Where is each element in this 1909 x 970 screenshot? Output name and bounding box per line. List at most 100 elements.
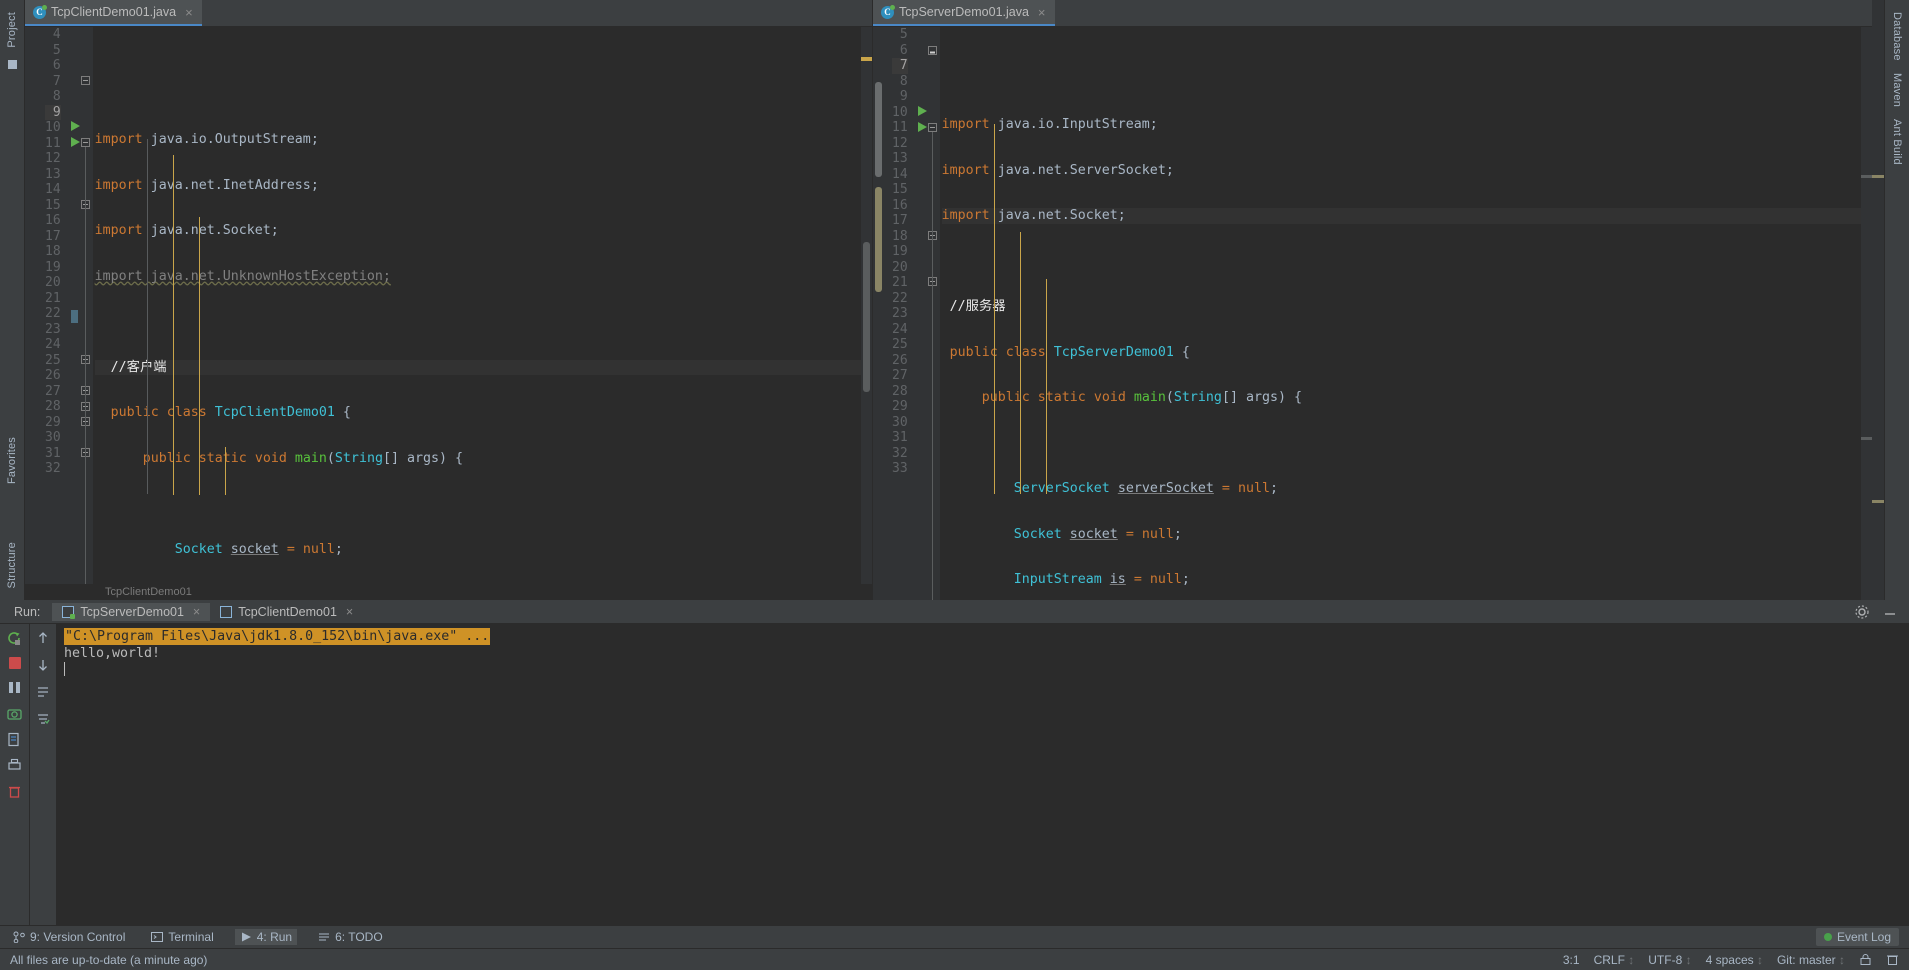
run-method-icon[interactable] [71, 137, 80, 147]
right-tool-rail: Database Maven Ant Build [1884, 0, 1909, 600]
run-class-icon[interactable] [71, 121, 80, 131]
left-tool-rail: Project Favorites Structure [0, 0, 25, 600]
tool-window-label: 6: TODO [335, 930, 383, 944]
fold-icon[interactable] [81, 76, 90, 85]
sidebar-item-favorites[interactable]: Favorites [3, 431, 21, 490]
editor-tab-tcpclientdemo01[interactable]: C TcpClientDemo01.java × [25, 0, 202, 26]
editor-region: Project Favorites Structure C TcpClientD… [0, 0, 1909, 600]
filter-icon[interactable] [36, 712, 50, 726]
tool-window-label: 9: Version Control [30, 930, 125, 944]
console-command-line: "C:\Program Files\Java\jdk1.8.0_152\bin\… [64, 628, 490, 645]
rerun-icon[interactable] [7, 631, 22, 646]
lock-icon[interactable] [1859, 953, 1872, 966]
soft-wrap-icon[interactable] [36, 685, 50, 699]
line-number-gutter-right: 567 8910 111213 141516 171819 202122 232… [884, 27, 914, 600]
code-text-right[interactable]: import java.io.InputStream; import java.… [940, 27, 1861, 600]
run-config-icon [220, 606, 232, 618]
close-icon[interactable]: × [1038, 5, 1046, 20]
stop-icon[interactable] [9, 657, 21, 669]
editor-tabstrip-left: C TcpClientDemo01.java × [25, 0, 872, 27]
terminal-icon [151, 931, 163, 943]
breadcrumb: TcpClientDemo01 [25, 584, 872, 600]
todo-icon [318, 931, 330, 943]
minimize-icon[interactable] [1883, 605, 1897, 619]
caret-position[interactable]: 3:1 [1563, 953, 1580, 967]
project-grip-icon [8, 60, 17, 69]
console-output[interactable]: "C:\Program Files\Java\jdk1.8.0_152\bin\… [56, 624, 1909, 925]
camera-icon[interactable] [7, 706, 22, 721]
run-console-body: "C:\Program Files\Java\jdk1.8.0_152\bin\… [0, 624, 1909, 925]
code-area-right[interactable]: 567 8910 111213 141516 171819 202122 232… [873, 27, 1872, 600]
sidebar-item-ant-build[interactable]: Ant Build [1888, 113, 1906, 171]
run-class-icon[interactable] [918, 106, 927, 116]
run-toolbar-primary [0, 624, 30, 925]
bottom-tool-window-bar: 9: Version Control Terminal 4: Run 6: TO… [0, 925, 1909, 948]
settings-gear-icon[interactable] [1855, 605, 1869, 619]
editor-pane-left: C TcpClientDemo01.java × 456 789 101112 … [25, 0, 872, 600]
intellij-idea-window: Project Favorites Structure C TcpClientD… [0, 0, 1909, 970]
editor-pane-right: C TcpServerDemo01.java × 567 8910 111213 [872, 0, 1872, 600]
run-tab-tcpserverdemo01[interactable]: TcpServerDemo01 × [52, 603, 210, 621]
run-method-icon[interactable] [918, 122, 927, 132]
scrollbar-right[interactable] [1861, 27, 1872, 600]
run-tab-label: TcpServerDemo01 [80, 605, 184, 619]
close-icon[interactable]: × [185, 5, 193, 20]
file-encoding[interactable]: UTF-8 ↕ [1648, 953, 1691, 967]
trash-icon[interactable] [1886, 953, 1899, 966]
run-tab-tcpclientdemo01[interactable]: TcpClientDemo01 × [210, 603, 363, 621]
print-icon[interactable] [7, 758, 22, 773]
indent-setting[interactable]: 4 spaces ↕ [1706, 953, 1763, 967]
run-tool-window-header: Run: TcpServerDemo01 × TcpClientDemo01 × [0, 600, 1909, 624]
run-tool-window: Run: TcpServerDemo01 × TcpClientDemo01 × [0, 600, 1909, 925]
status-bar-right: 3:1 CRLF ↕ UTF-8 ↕ 4 spaces ↕ Git: maste… [1563, 953, 1909, 967]
play-icon [240, 931, 252, 943]
close-icon[interactable]: × [346, 605, 353, 619]
tool-window-todo[interactable]: 6: TODO [313, 929, 388, 945]
sidebar-item-project[interactable]: Project [3, 6, 21, 54]
trash-icon[interactable] [7, 784, 22, 799]
fold-icon[interactable] [928, 123, 937, 132]
left-error-gutter [25, 27, 37, 584]
editor-tab-label: TcpServerDemo01.java [899, 5, 1029, 19]
code-text-left[interactable]: import java.io.OutputStream; import java… [93, 27, 861, 584]
global-editor-scrollbar[interactable] [1872, 0, 1884, 600]
git-branch-widget[interactable]: Git: master ↕ [1777, 953, 1845, 967]
code-area-left[interactable]: 456 789 101112 131415 161718 192021 2223… [25, 27, 872, 584]
pause-icon[interactable] [7, 680, 22, 695]
tool-window-label: Terminal [168, 930, 213, 944]
editor-tabstrip-right: C TcpServerDemo01.java × [873, 0, 1872, 27]
branch-icon [13, 931, 25, 943]
fold-gutter-right[interactable] [914, 27, 940, 600]
close-icon[interactable]: × [193, 605, 200, 619]
sidebar-item-database[interactable]: Database [1888, 6, 1906, 67]
scroll-up-icon[interactable] [36, 631, 50, 645]
run-header-actions [1855, 605, 1909, 619]
editor-tabs-and-code: C TcpClientDemo01.java × 456 789 101112 … [25, 0, 1884, 600]
status-message: All files are up-to-date (a minute ago) [10, 953, 207, 967]
tool-window-terminal[interactable]: Terminal [146, 929, 218, 945]
line-separator[interactable]: CRLF ↕ [1594, 953, 1635, 967]
fold-gutter-left[interactable] [67, 27, 93, 584]
tool-window-label: 4: Run [257, 930, 292, 944]
run-tab-label: TcpClientDemo01 [238, 605, 337, 619]
tool-window-run[interactable]: 4: Run [235, 929, 297, 945]
event-log-button[interactable]: Event Log [1816, 928, 1899, 946]
java-class-icon: C [881, 6, 894, 19]
status-bar: All files are up-to-date (a minute ago) … [0, 948, 1909, 970]
editor-tab-label: TcpClientDemo01.java [51, 5, 176, 19]
scrollbar-right-left-edge[interactable] [873, 27, 884, 600]
collapsed-imports-icon[interactable] [928, 46, 937, 55]
sidebar-item-structure[interactable]: Structure [3, 536, 21, 594]
sidebar-item-maven[interactable]: Maven [1888, 67, 1906, 113]
run-toolbar-secondary [30, 624, 56, 925]
run-label: Run: [14, 605, 40, 619]
java-class-icon: C [33, 6, 46, 19]
bottom-bar-right: Event Log [1816, 928, 1909, 946]
tool-window-version-control[interactable]: 9: Version Control [8, 929, 130, 945]
export-icon[interactable] [7, 732, 22, 747]
editor-tab-tcpserverdemo01[interactable]: C TcpServerDemo01.java × [873, 0, 1055, 26]
scroll-down-icon[interactable] [36, 658, 50, 672]
scrollbar-left[interactable] [861, 27, 872, 584]
event-log-label: Event Log [1837, 930, 1891, 944]
fold-icon[interactable] [81, 138, 90, 147]
